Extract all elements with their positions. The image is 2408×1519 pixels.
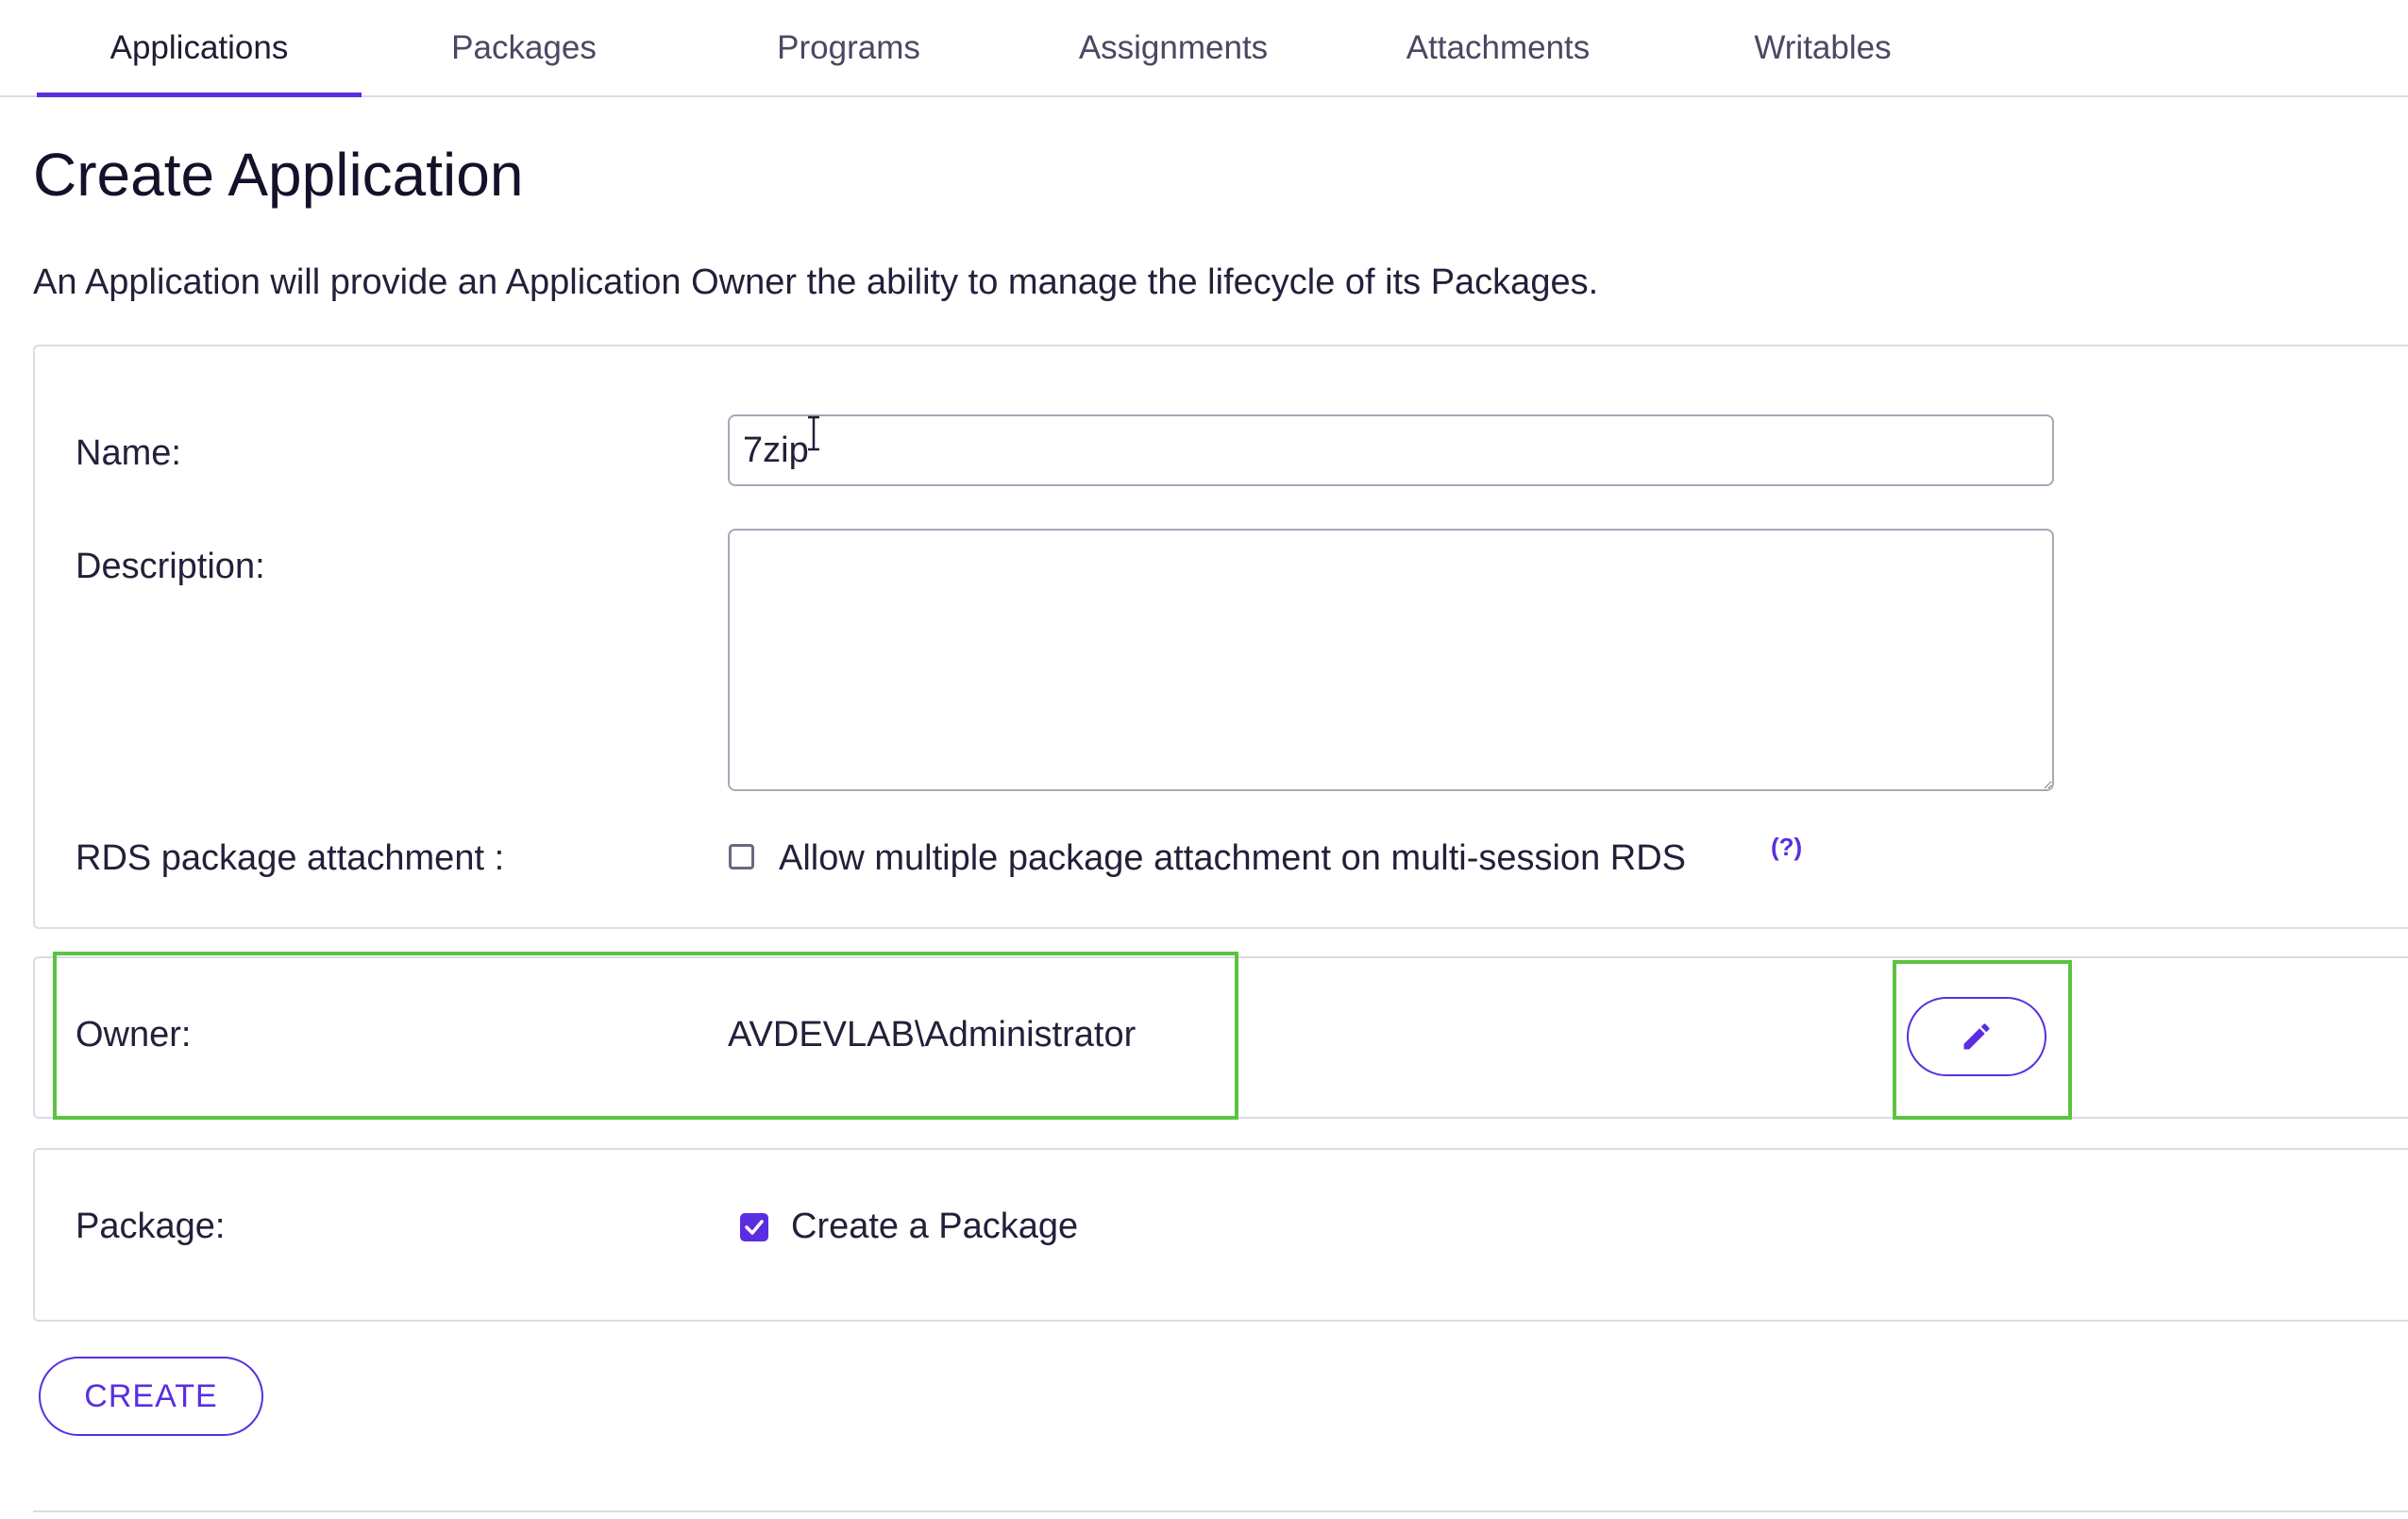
tab-label: Writables: [1754, 28, 1892, 66]
tab-label: Applications: [109, 28, 289, 66]
package-card: [33, 1148, 2408, 1322]
tab-writables[interactable]: Writables: [1660, 0, 1985, 95]
rds-help-link[interactable]: (?): [1771, 833, 1802, 862]
tab-label: Packages: [451, 28, 597, 66]
description-label: Description:: [76, 547, 265, 586]
owner-highlight: [53, 952, 1238, 1120]
rds-checkbox[interactable]: [729, 844, 754, 869]
create-package-checkbox[interactable]: [740, 1213, 768, 1241]
description-field[interactable]: [728, 529, 2054, 791]
tab-bar: Applications Packages Programs Assignmen…: [0, 0, 2408, 97]
pencil-icon: [1963, 1023, 1990, 1050]
rds-checkbox-label: Allow multiple package attachment on mul…: [779, 838, 1686, 878]
tab-label: Programs: [777, 28, 920, 66]
package-label: Package:: [76, 1207, 226, 1246]
checkmark-icon: [745, 1220, 764, 1235]
page-description: An Application will provide an Applicati…: [33, 262, 1599, 302]
name-field[interactable]: [728, 414, 2054, 486]
tab-programs[interactable]: Programs: [686, 0, 1011, 95]
text-cursor-icon: [808, 415, 819, 451]
tab-assignments[interactable]: Assignments: [1011, 0, 1336, 95]
page-title: Create Application: [33, 141, 524, 209]
divider: [33, 1511, 2408, 1512]
tab-label: Attachments: [1406, 28, 1591, 66]
tab-attachments[interactable]: Attachments: [1336, 0, 1660, 95]
edit-owner-button[interactable]: [1907, 997, 2046, 1076]
name-label: Name:: [76, 433, 181, 473]
create-package-label: Create a Package: [791, 1207, 1079, 1246]
tab-label: Assignments: [1078, 28, 1269, 66]
tab-applications[interactable]: Applications: [37, 0, 362, 97]
tab-packages[interactable]: Packages: [362, 0, 686, 95]
create-button[interactable]: CREATE: [39, 1357, 263, 1436]
rds-label: RDS package attachment :: [76, 838, 505, 878]
